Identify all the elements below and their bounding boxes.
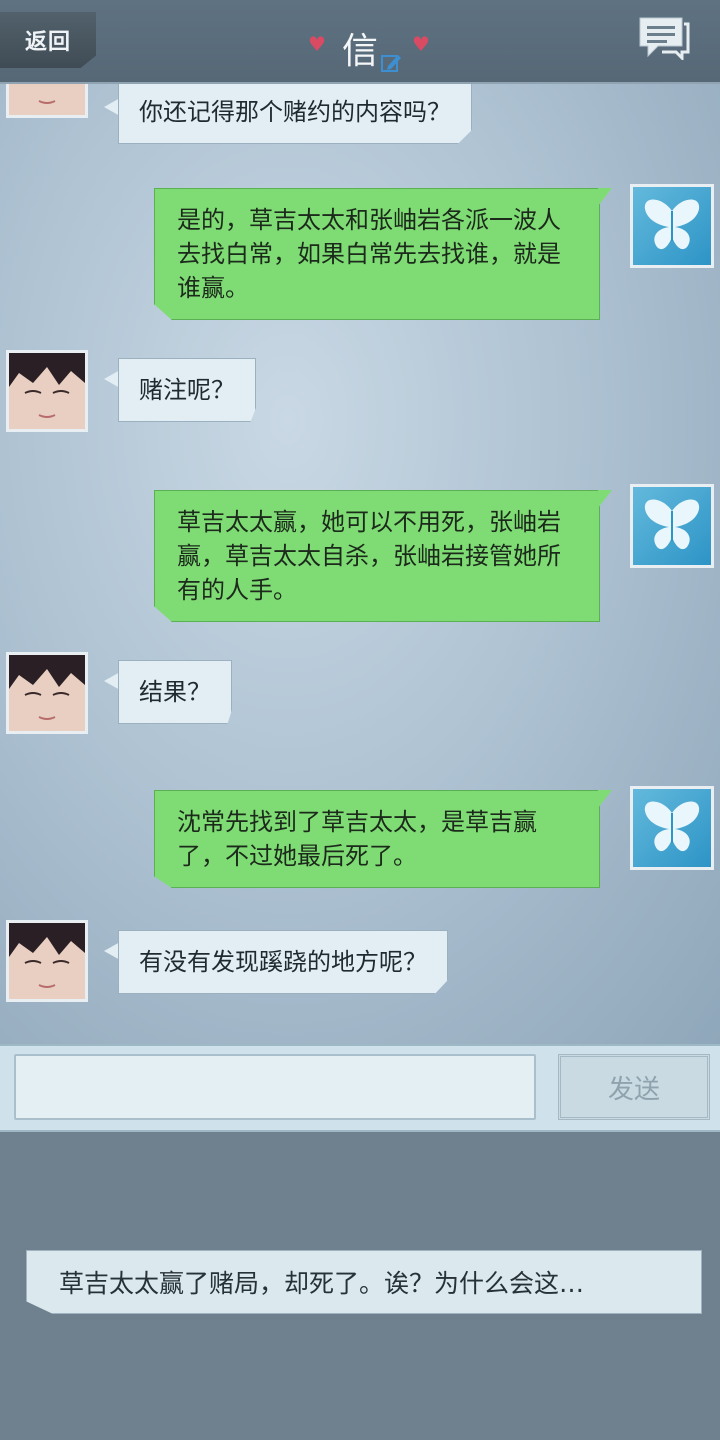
title-group: ♥ ♥ 信 bbox=[300, 18, 430, 78]
player-avatar[interactable] bbox=[630, 484, 714, 568]
npc-avatar[interactable] bbox=[6, 84, 88, 118]
message-input[interactable] bbox=[14, 1054, 536, 1120]
my-message-bubble: 是的，草吉太太和张岫岩各派一波人去找白常，如果白常先去找谁，就是谁赢。 bbox=[154, 188, 600, 320]
my-message-bubble: 草吉太太赢，她可以不用死，张岫岩赢，草吉太太自杀，张岫岩接管她所有的人手。 bbox=[154, 490, 600, 622]
npc-message-bubble: 赌注呢？ bbox=[118, 358, 256, 422]
butterfly-icon bbox=[644, 801, 700, 852]
chat-history[interactable]: 你还记得那个赌约的内容吗？ 是的，草吉太太和张岫岩各派一波人去找白常，如果白常先… bbox=[0, 84, 720, 1044]
npc-message-bubble: 有没有发现蹊跷的地方呢？ bbox=[118, 930, 448, 994]
message-input-bar: 发送 bbox=[0, 1044, 720, 1132]
npc-avatar[interactable] bbox=[6, 652, 88, 734]
butterfly-icon bbox=[644, 199, 700, 250]
top-bar: 返回 ♥ ♥ 信 bbox=[0, 0, 720, 84]
npc-message-bubble: 结果？ bbox=[118, 660, 232, 724]
npc-avatar[interactable] bbox=[6, 350, 88, 432]
my-message-bubble: 沈常先找到了草吉太太，是草吉赢了，不过她最后死了。 bbox=[154, 790, 600, 888]
send-button[interactable]: 发送 bbox=[558, 1054, 710, 1120]
chat-list-icon[interactable] bbox=[638, 16, 690, 60]
npc-message-bubble: 你还记得那个赌约的内容吗？ bbox=[118, 84, 472, 144]
heart-icon: ♥ bbox=[308, 32, 326, 56]
edit-icon[interactable] bbox=[380, 52, 402, 74]
page-title: 信 bbox=[342, 31, 379, 72]
back-button[interactable]: 返回 bbox=[0, 12, 96, 68]
heart-icon: ♥ bbox=[412, 32, 430, 56]
narration-text[interactable]: 草吉太太赢了赌局，却死了。诶？为什么会这… bbox=[26, 1250, 702, 1314]
butterfly-icon bbox=[644, 499, 700, 550]
player-avatar[interactable] bbox=[630, 786, 714, 870]
narration-panel[interactable]: 草吉太太赢了赌局，却死了。诶？为什么会这… bbox=[0, 1132, 720, 1440]
player-avatar[interactable] bbox=[630, 184, 714, 268]
npc-avatar[interactable] bbox=[6, 920, 88, 1002]
